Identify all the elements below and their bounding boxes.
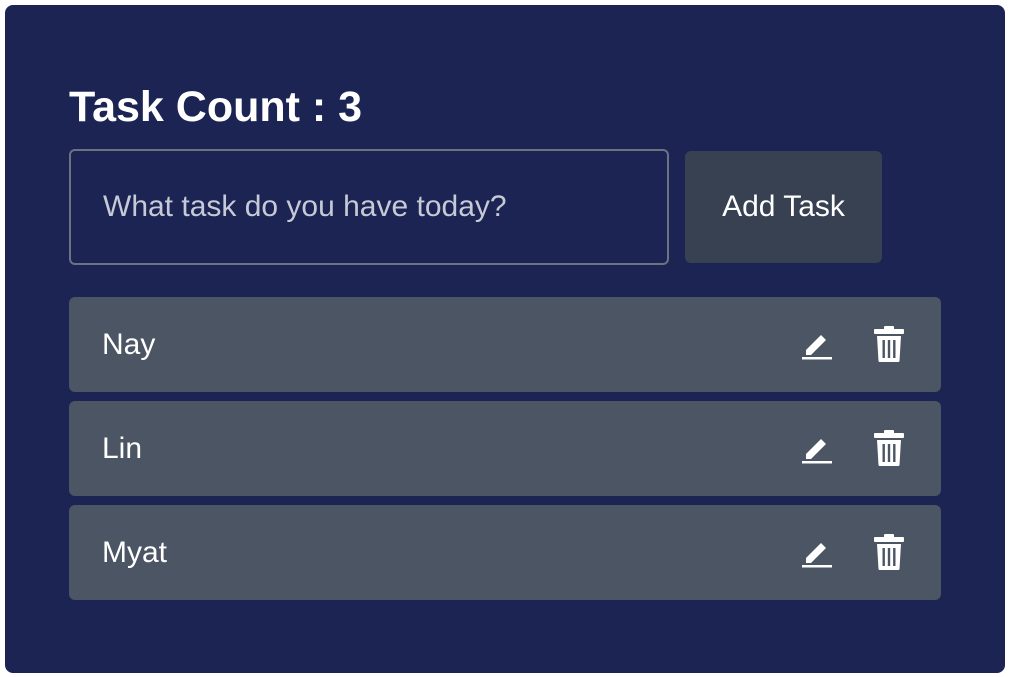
task-item-name: Lin — [102, 432, 143, 465]
delete-button[interactable] — [869, 428, 909, 468]
edit-button[interactable] — [797, 428, 837, 468]
edit-button[interactable] — [797, 532, 837, 572]
task-input[interactable] — [69, 149, 669, 265]
delete-button[interactable] — [869, 532, 909, 572]
task-item-name: Nay — [102, 328, 156, 361]
trash-icon — [874, 430, 904, 466]
task-item: Nay — [69, 297, 941, 392]
task-item-name: Myat — [102, 536, 168, 569]
task-item: Myat — [69, 505, 941, 600]
trash-icon — [874, 534, 904, 570]
add-task-button[interactable]: Add Task — [685, 151, 882, 263]
pencil-edit-icon — [802, 439, 832, 464]
edit-button[interactable] — [797, 324, 837, 364]
trash-icon — [874, 326, 904, 362]
pencil-edit-icon — [802, 335, 832, 360]
todo-card: Task Count : 3 Add Task Nay — [5, 5, 1005, 673]
delete-button[interactable] — [869, 324, 909, 364]
task-list: Nay Lin Myat — [69, 297, 941, 609]
task-count-title: Task Count : 3 — [69, 83, 363, 131]
pencil-edit-icon — [802, 543, 832, 568]
task-item: Lin — [69, 401, 941, 496]
